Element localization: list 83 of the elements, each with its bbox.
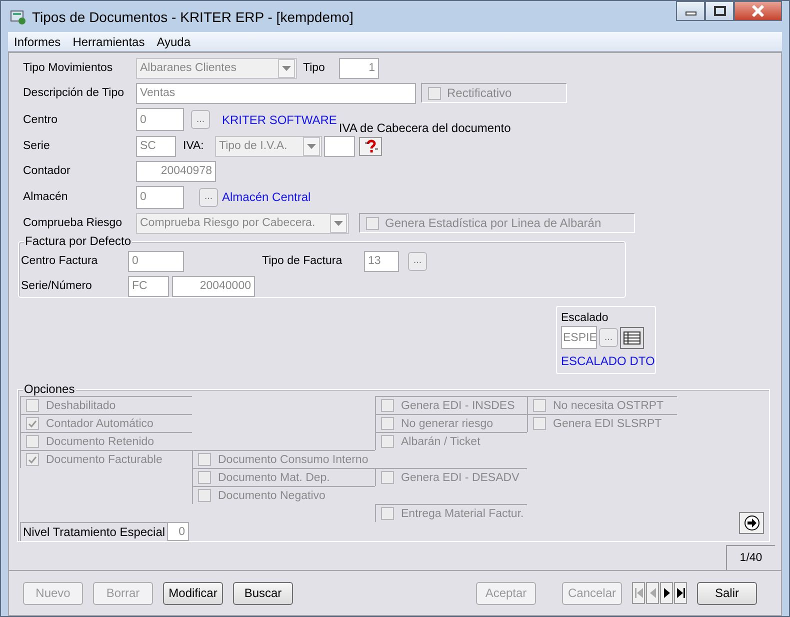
navigation-arrow-icon: [648, 586, 658, 600]
input-field[interactable]: ESPIE: [561, 326, 597, 349]
checkmark-icon: [28, 456, 37, 464]
input-field[interactable]: 1: [339, 58, 379, 78]
maximize-button[interactable]: [705, 1, 734, 21]
checkbox[interactable]: Rectificativo: [421, 83, 567, 103]
input-field[interactable]: 13: [364, 250, 399, 272]
field-label: Descripción de Tipo: [23, 87, 125, 99]
window-title: Tipos de Documentos - KRITER ERP - [kempdemo]: [32, 8, 354, 24]
browse-button[interactable]: ...: [191, 110, 210, 129]
checkbox[interactable]: Albarán / Ticket: [375, 432, 527, 450]
navigation-button[interactable]: [674, 582, 687, 604]
checkbox[interactable]: Documento Consumo Interno: [192, 450, 375, 468]
table-icon[interactable]: [620, 326, 644, 348]
checkbox[interactable]: Documento Mat. Dep.: [192, 468, 375, 486]
checkbox[interactable]: Genera EDI SLSRPT: [527, 414, 677, 432]
field-label: Comprueba Riesgo: [23, 217, 124, 229]
navigation-arrow-icon: [676, 586, 686, 600]
group-title: Factura por Defecto: [24, 234, 132, 248]
minimize-button[interactable]: [676, 1, 705, 21]
checkbox[interactable]: Documento Facturable: [20, 450, 192, 468]
app-icon: [10, 8, 26, 24]
input-field[interactable]: 0: [167, 522, 189, 541]
input-field[interactable]: FC: [128, 276, 169, 296]
checkbox[interactable]: Contador Automático: [20, 414, 192, 432]
dropdown-arrow-icon: [334, 220, 343, 226]
browse-button[interactable]: ...: [408, 252, 427, 270]
dropdown[interactable]: Tipo de I.V.A.: [215, 136, 322, 156]
exit-button[interactable]: Salir: [697, 582, 757, 604]
input-field[interactable]: SC: [136, 136, 176, 156]
navigation-button[interactable]: [660, 582, 673, 604]
checkbox[interactable]: No necesita OSTRPT: [527, 396, 677, 414]
warehouse-name: Almacén Central: [222, 190, 311, 204]
field-label: Tipo: [303, 62, 326, 74]
maximize-icon: [714, 6, 726, 16]
field-label: IVA de Cabecera del documento: [338, 121, 511, 135]
checkbox[interactable]: Deshabilitado: [20, 396, 192, 414]
navigation-arrow-icon: [634, 586, 644, 600]
arrow-right-button[interactable]: [739, 512, 764, 534]
checkbox[interactable]: Entrega Material Factur.: [375, 504, 527, 522]
field-label: Tipo Movimientos: [23, 62, 114, 74]
close-button[interactable]: [734, 1, 782, 21]
action-button[interactable]: Buscar: [233, 582, 293, 604]
navigation-arrow-icon: [662, 586, 672, 600]
input-field[interactable]: 0: [128, 250, 184, 272]
checkbox[interactable]: Genera Estadística por Linea de Albarán: [359, 213, 635, 233]
input-field[interactable]: 20040978: [136, 160, 216, 182]
browse-button[interactable]: ...: [199, 188, 218, 206]
record-counter: 1/40: [726, 545, 775, 570]
field-label: Serie/Número: [21, 280, 93, 292]
checkbox[interactable]: Documento Retenido: [20, 432, 192, 450]
checkbox[interactable]: No generar riesgo: [375, 414, 527, 432]
checkbox[interactable]: Genera EDI - INSDES: [375, 396, 527, 414]
dropdown-arrow-icon: [307, 144, 316, 148]
input-field[interactable]: [324, 136, 355, 156]
checkbox[interactable]: Documento Negativo: [192, 486, 375, 504]
help-button[interactable]: [359, 136, 382, 156]
field-label: Nivel Tratamiento Especial: [20, 522, 167, 541]
menu-item[interactable]: Herramientas: [66, 34, 151, 48]
action-button[interactable]: Modificar: [163, 582, 223, 604]
browse-button[interactable]: ...: [599, 328, 618, 347]
input-field[interactable]: Ventas: [136, 82, 416, 104]
field-label: Tipo de Factura: [262, 255, 344, 267]
checkbox[interactable]: Genera EDI - DESADV: [375, 468, 527, 486]
menu-item[interactable]: Informes: [8, 34, 67, 48]
dropdown-arrow-icon: [282, 66, 291, 70]
dropdown[interactable]: Albaranes Clientes: [136, 58, 297, 78]
field-label: Centro Factura: [21, 255, 99, 267]
field-label: IVA:: [183, 140, 205, 152]
input-field[interactable]: 0: [136, 108, 184, 131]
checkmark-icon: [28, 420, 37, 428]
input-field[interactable]: 0: [136, 186, 184, 208]
center-name: KRITER SOFTWARE: [222, 112, 337, 126]
field-label: Serie: [23, 140, 51, 152]
close-icon: [751, 5, 765, 17]
field-label: Almacén: [23, 191, 69, 203]
field-label: Centro: [23, 114, 59, 126]
field-label: Contador: [23, 165, 72, 177]
field-label: Escalado: [561, 312, 610, 324]
input-field[interactable]: 20040000: [172, 276, 255, 296]
group-title: Opciones: [23, 382, 76, 396]
menu-item[interactable]: Ayuda: [150, 34, 197, 48]
dropdown[interactable]: Comprueba Riesgo por Cabecera.: [136, 212, 349, 234]
